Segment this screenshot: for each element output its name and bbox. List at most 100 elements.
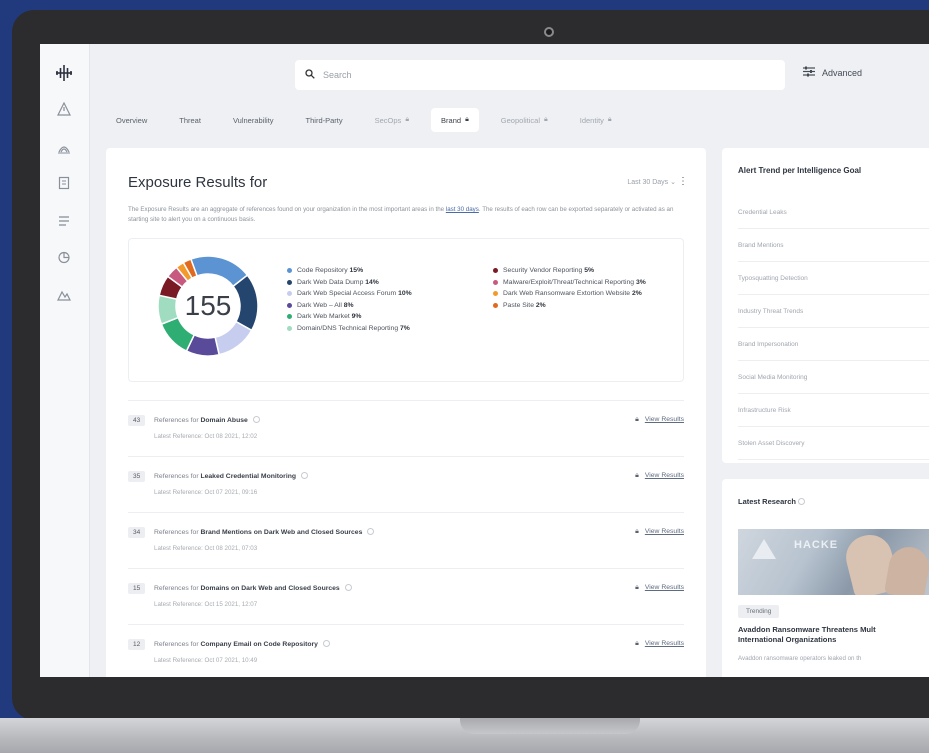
legend-item: Dark Web Market 9%: [287, 311, 477, 323]
list-item: 12 References for Company Email on Code …: [128, 624, 684, 677]
laptop-notch: [460, 718, 640, 734]
tab-brand[interactable]: Brand 🔒︎: [431, 108, 479, 132]
thumbnail-text: HACKE: [794, 539, 839, 551]
alert-trend-item[interactable]: Credential Leaks: [738, 196, 929, 229]
lock-icon: 🔒︎: [465, 116, 469, 123]
legend-item: Dark Web – All 8%: [287, 300, 477, 312]
tab-overview[interactable]: Overview: [106, 108, 157, 132]
alert-trend-item[interactable]: Brand Impersonation: [738, 328, 929, 361]
camera-icon: [544, 27, 554, 37]
advanced-button[interactable]: Advanced: [803, 66, 862, 80]
info-icon[interactable]: [301, 472, 309, 479]
search-placeholder: Search: [323, 70, 352, 80]
tab-bar: Overview Threat Vulnerability Third-Part…: [106, 106, 929, 134]
info-icon[interactable]: [367, 528, 375, 535]
latest-research-title: Latest Research: [738, 497, 806, 506]
legend-item: Security Vendor Reporting 5%: [493, 265, 673, 277]
assets-icon[interactable]: [53, 284, 75, 306]
latest-research-card: Latest Research HACKE Trending Avaddon R…: [722, 479, 929, 677]
list-item: 35 References for Leaked Credential Moni…: [128, 456, 684, 512]
reference-list: 43 References for Domain Abuse Latest Re…: [128, 400, 684, 677]
tab-identity[interactable]: Identity 🔒︎: [570, 108, 622, 132]
latest-reference: Latest Reference: Oct 07 2021, 09:16: [154, 489, 258, 496]
legend-right: Security Vendor Reporting 5% Malware/Exp…: [493, 265, 673, 311]
research-thumbnail[interactable]: HACKE: [738, 529, 929, 595]
app-screen: Search Advanced Overview Threat Vulnerab…: [40, 44, 929, 677]
reference-title: References for Leaked Credential Monitor…: [154, 472, 309, 480]
legend-item: Paste Site 2%: [493, 300, 673, 312]
info-icon[interactable]: [798, 498, 806, 505]
sidebar: [40, 44, 90, 677]
more-options-icon[interactable]: ⋮: [678, 176, 688, 187]
count-badge: 43: [128, 415, 146, 426]
view-results-link[interactable]: 🔒︎ View Results: [635, 416, 684, 424]
report-icon[interactable]: [53, 172, 75, 194]
search-icon: [305, 68, 315, 82]
count-badge: 35: [128, 471, 146, 482]
date-range-select[interactable]: Last 30 Days ⌄: [627, 178, 676, 186]
alert-trend-list: Credential Leaks Brand Mentions Typosqua…: [738, 196, 929, 460]
alert-trend-item[interactable]: Social Media Monitoring: [738, 361, 929, 394]
alert-icon[interactable]: [53, 98, 75, 120]
logo-icon[interactable]: [53, 62, 75, 84]
count-badge: 15: [128, 583, 146, 594]
alert-trend-item[interactable]: Industry Threat Trends: [738, 295, 929, 328]
lock-icon: 🔒︎: [635, 416, 639, 423]
list-item: 43 References for Domain Abuse Latest Re…: [128, 400, 684, 456]
latest-reference: Latest Reference: Oct 08 2021, 12:02: [154, 433, 258, 440]
view-results-link[interactable]: 🔒︎ View Results: [635, 472, 684, 480]
trending-badge: Trending: [738, 605, 780, 618]
lock-icon: 🔒︎: [635, 528, 639, 535]
total-count: 155: [184, 290, 232, 321]
legend-left: Code Repository 15% Dark Web Data Dump 1…: [287, 265, 477, 334]
intel-icon[interactable]: [53, 136, 75, 158]
legend-item: Dark Web Ransomware Extortion Website 2%: [493, 288, 673, 300]
tab-threat[interactable]: Threat: [169, 108, 211, 132]
reference-title: References for Brand Mentions on Dark We…: [154, 528, 375, 536]
legend-item: Malware/Exploit/Threat/Technical Reporti…: [493, 277, 673, 289]
tab-geopolitical[interactable]: Geopolitical 🔒︎: [491, 108, 558, 132]
reference-title: References for Company Email on Code Rep…: [154, 640, 330, 648]
alert-trend-item[interactable]: Brand Mentions: [738, 229, 929, 262]
analytics-icon[interactable]: [53, 246, 75, 268]
info-icon[interactable]: [322, 640, 330, 647]
latest-reference: Latest Reference: Oct 15 2021, 12:07: [154, 601, 258, 608]
topbar: Search Advanced: [90, 44, 929, 106]
count-badge: 12: [128, 639, 146, 650]
list-item: 15 References for Domains on Dark Web an…: [128, 568, 684, 624]
count-badge: 34: [128, 527, 146, 538]
alert-trend-item[interactable]: Infrastructure Risk: [738, 394, 929, 427]
reference-title: References for Domain Abuse: [154, 416, 260, 424]
view-results-link[interactable]: 🔒︎ View Results: [635, 528, 684, 536]
exposure-description: The Exposure Results are an aggregate of…: [128, 206, 674, 223]
exposure-card: Exposure Results for Last 30 Days ⌄ ⋮ Th…: [106, 148, 706, 677]
lock-icon: 🔒︎: [635, 472, 639, 479]
lock-icon: 🔒︎: [635, 640, 639, 647]
info-icon[interactable]: [344, 584, 352, 591]
list-item: 34 References for Brand Mentions on Dark…: [128, 512, 684, 568]
alert-trend-card: Alert Trend per Intelligence Goal Creden…: [722, 148, 929, 463]
lock-icon: 🔒︎: [405, 116, 410, 123]
view-results-link[interactable]: 🔒︎ View Results: [635, 640, 684, 648]
advanced-label: Advanced: [822, 68, 863, 78]
lock-icon: 🔒︎: [544, 116, 548, 123]
alert-trend-item[interactable]: Typosquatting Detection: [738, 262, 929, 295]
tab-third-party[interactable]: Third-Party: [296, 108, 353, 132]
lock-icon: 🔒︎: [635, 584, 639, 591]
article-title[interactable]: Avaddon Ransomware Threatens Mult Intern…: [738, 625, 929, 645]
reference-title: References for Domains on Dark Web and C…: [154, 584, 352, 592]
legend-item: Dark Web Special Access Forum 10%: [287, 288, 477, 300]
lock-icon: 🔒︎: [607, 116, 612, 123]
search-input[interactable]: Search: [295, 60, 785, 90]
tab-secops[interactable]: SecOps 🔒︎: [365, 108, 419, 132]
list-icon[interactable]: [53, 210, 75, 232]
alert-trend-item[interactable]: Stolen Asset Discovery: [738, 427, 929, 460]
article-snippet: Avaddon ransomware operators leaked on t…: [738, 655, 862, 662]
tab-vulnerability[interactable]: Vulnerability: [223, 108, 284, 132]
latest-reference: Latest Reference: Oct 07 2021, 10:49: [154, 657, 258, 664]
last-30-days-link[interactable]: last 30 days: [446, 206, 479, 213]
info-icon[interactable]: [252, 416, 260, 423]
view-results-link[interactable]: 🔒︎ View Results: [635, 584, 684, 592]
legend-item: Domain/DNS Technical Reporting 7%: [287, 323, 477, 335]
legend-item: Code Repository 15%: [287, 265, 477, 277]
